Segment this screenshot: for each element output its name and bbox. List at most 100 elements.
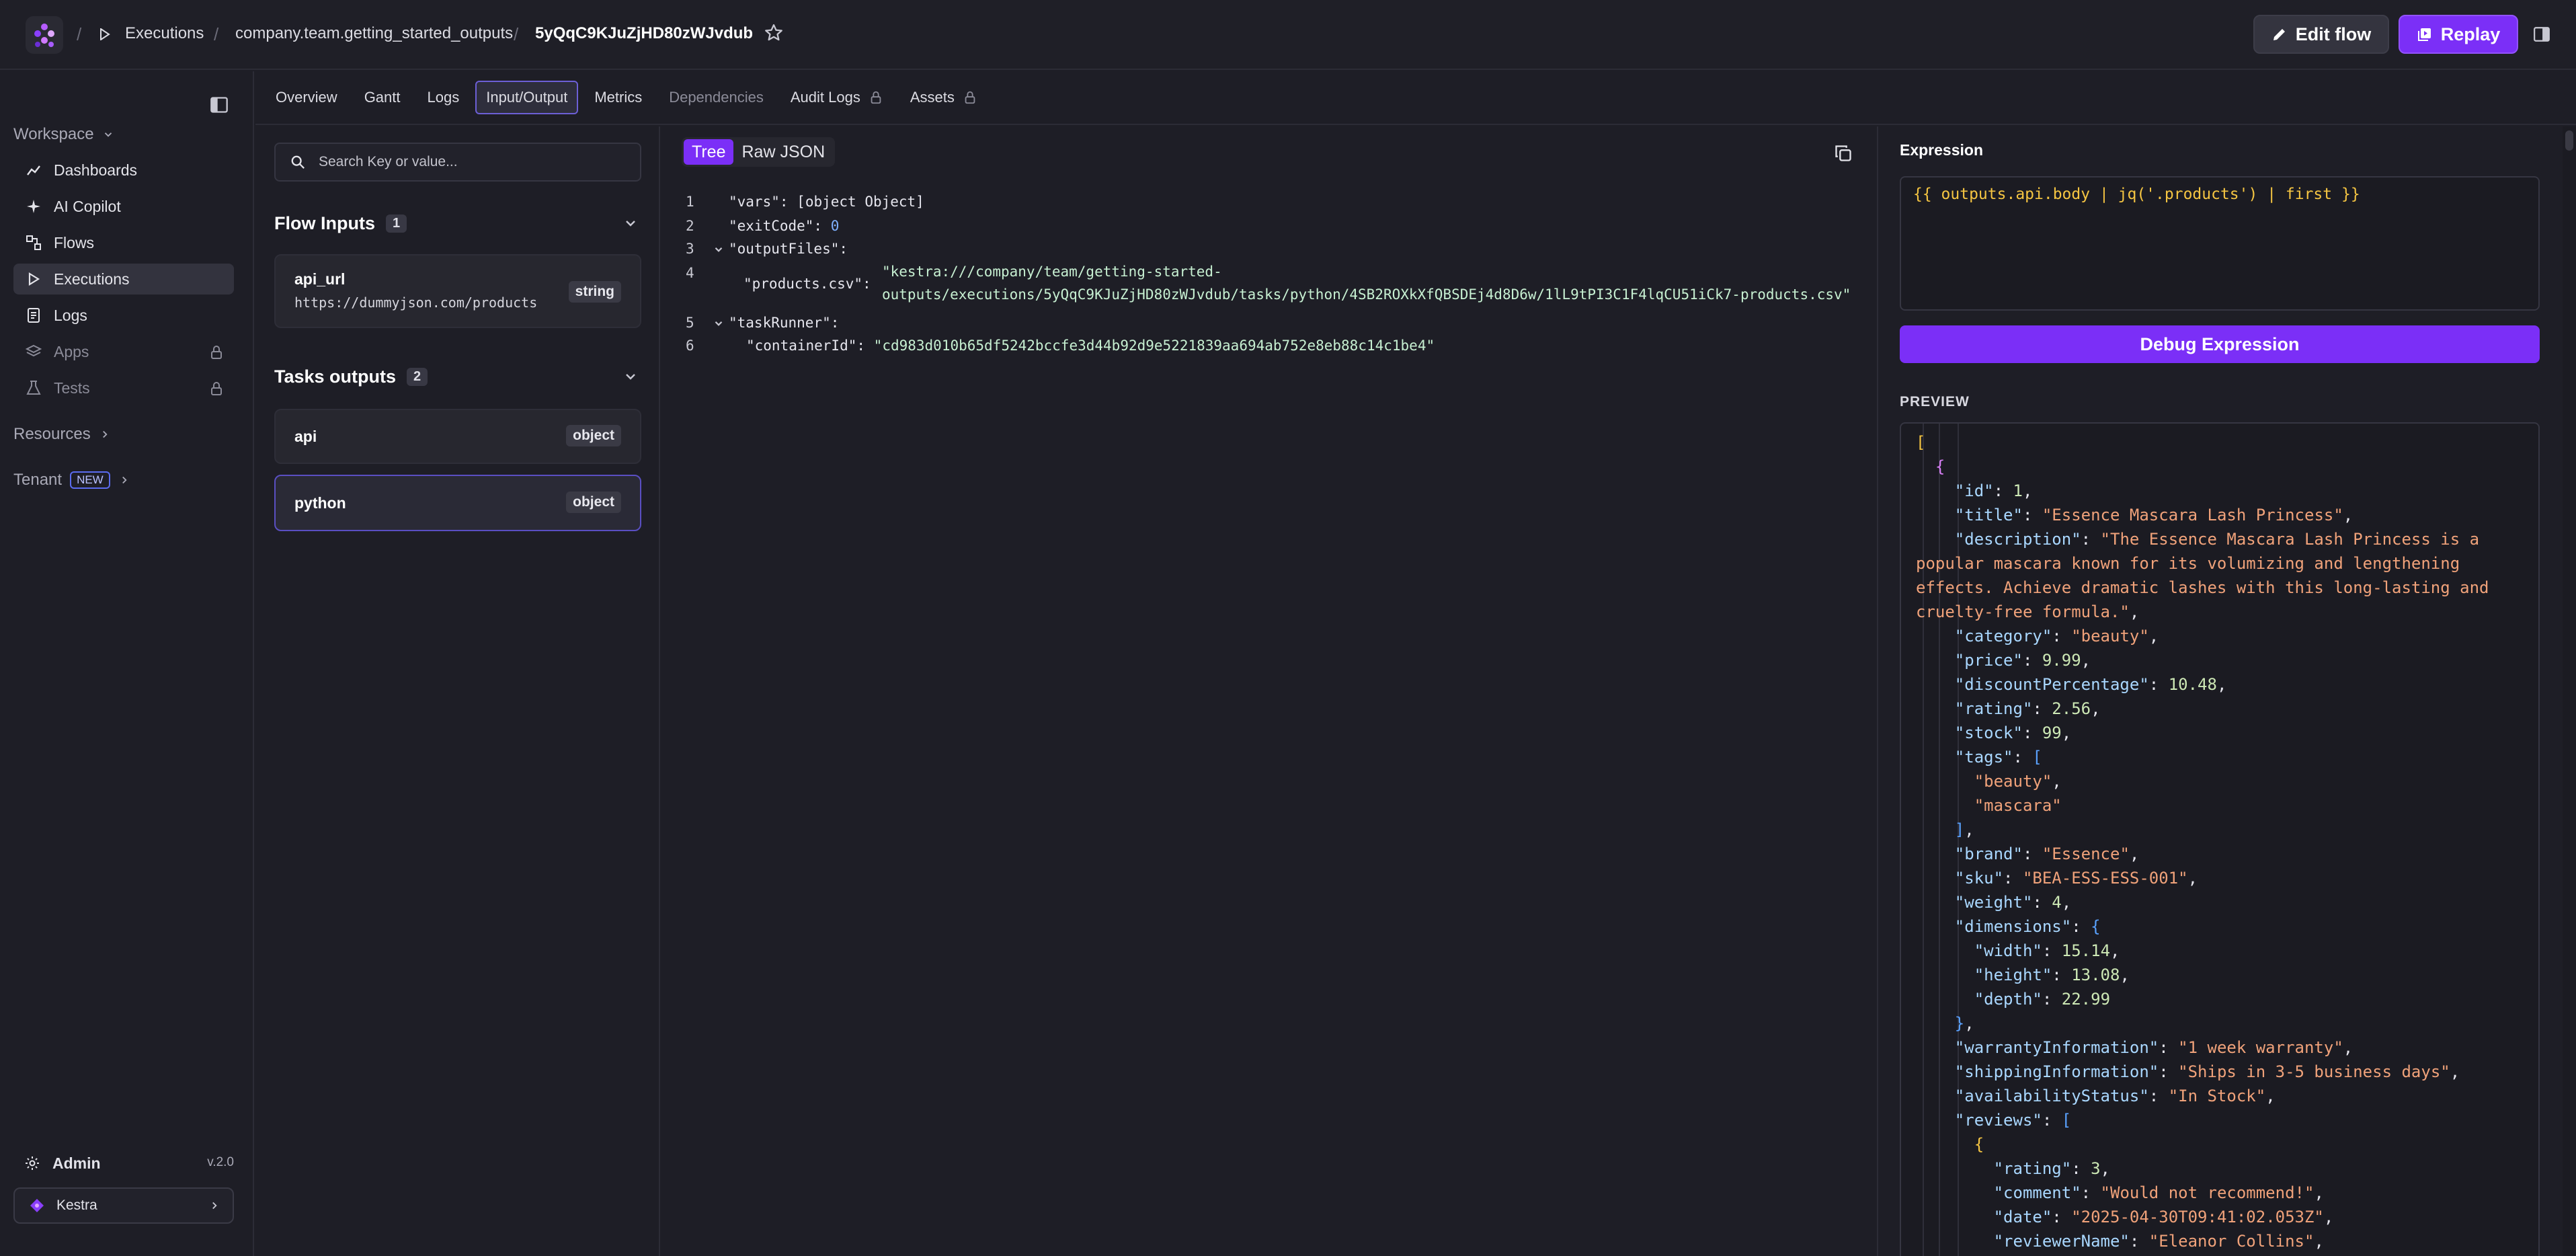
tree-row-taskrunner[interactable]: "taskRunner": bbox=[729, 315, 839, 331]
line-number: 3 bbox=[686, 241, 694, 257]
star-icon[interactable] bbox=[764, 23, 784, 43]
scrollbar-thumb[interactable] bbox=[2565, 130, 2573, 151]
line-number: 5 bbox=[686, 315, 694, 331]
edit-flow-button[interactable]: Edit flow bbox=[2253, 15, 2389, 54]
sidebar-item-label: Dashboards bbox=[54, 161, 138, 179]
lock-icon bbox=[211, 382, 222, 395]
resources-section[interactable]: Resources bbox=[13, 425, 111, 444]
tab-label: Assets bbox=[910, 89, 955, 106]
tree-row-exitcode[interactable]: "exitCode": 0 bbox=[729, 218, 839, 234]
tree-row-products-csv[interactable]: "products.csv": bbox=[743, 276, 871, 292]
tree-view-button[interactable]: Tree bbox=[684, 139, 734, 165]
flow-inputs-header[interactable]: Flow Inputs 1 bbox=[274, 210, 641, 237]
layers-icon bbox=[26, 344, 42, 357]
search-box[interactable] bbox=[274, 143, 641, 182]
input-name: api_url bbox=[294, 270, 346, 288]
preview-availability: "In Stock" bbox=[2168, 1087, 2266, 1105]
line-number: 2 bbox=[686, 218, 694, 234]
tab-gantt[interactable]: Gantt bbox=[354, 81, 411, 114]
preview-discount: 10.48 bbox=[2168, 675, 2217, 694]
chevron-right-icon bbox=[122, 476, 127, 484]
breadcrumb-separator: / bbox=[214, 24, 219, 44]
sidebar-item-label: Logs bbox=[54, 306, 87, 324]
tab-label: Audit Logs bbox=[790, 89, 860, 106]
expression-editor[interactable]: {{ outputs.api.body | jq('.products') | … bbox=[1900, 176, 2540, 311]
tenant-selector[interactable]: Kestra bbox=[13, 1187, 234, 1224]
tab-input-output[interactable]: Input/Output bbox=[475, 81, 579, 114]
output-card-api[interactable]: api object bbox=[274, 409, 641, 464]
sidebar-item-dashboards[interactable]: Dashboards bbox=[13, 155, 234, 186]
tree-row-vars[interactable]: "vars": [object Object] bbox=[729, 194, 924, 210]
kestra-tenant-icon bbox=[30, 1199, 44, 1212]
search-input[interactable] bbox=[319, 154, 628, 170]
raw-json-button[interactable]: Raw JSON bbox=[733, 139, 833, 165]
chevron-down-icon bbox=[626, 374, 635, 380]
breadcrumb-executions[interactable]: Executions bbox=[125, 24, 204, 43]
chevron-down-icon bbox=[104, 132, 112, 137]
flows-icon bbox=[26, 235, 41, 250]
sidebar-item-logs[interactable]: Logs bbox=[13, 300, 234, 331]
output-name: python bbox=[294, 494, 346, 512]
tasks-outputs-header[interactable]: Tasks outputs 2 bbox=[274, 363, 641, 390]
panel-toggle-icon[interactable] bbox=[2533, 26, 2550, 43]
sidebar-item-ai-copilot[interactable]: AI Copilot bbox=[13, 191, 234, 222]
tab-audit-logs[interactable]: Audit Logs bbox=[780, 81, 894, 114]
replay-label: Replay bbox=[2440, 24, 2501, 44]
output-tree-viewer: Tree Raw JSON 1 "vars": [object Object] … bbox=[661, 126, 1878, 1256]
sidebar-item-flows[interactable]: Flows bbox=[13, 227, 234, 258]
lock-icon bbox=[871, 91, 881, 104]
sidebar-item-apps[interactable]: Apps bbox=[13, 336, 234, 367]
preview-scrollbar[interactable] bbox=[2563, 126, 2576, 1256]
kestra-logo[interactable] bbox=[26, 16, 63, 54]
tenant-section[interactable]: Tenant NEW bbox=[13, 471, 130, 489]
tab-label: Logs bbox=[427, 89, 460, 106]
tree-value: 0 bbox=[830, 218, 840, 234]
preview-tag: "beauty" bbox=[1974, 772, 2052, 791]
output-card-python[interactable]: python object bbox=[274, 475, 641, 531]
sidebar-collapse-icon[interactable] bbox=[210, 95, 229, 114]
tree-row-containerid[interactable]: "containerId": "cd983d010b65df5242bccfe3… bbox=[746, 338, 1435, 354]
tree-row-outputfiles[interactable]: "outputFiles": bbox=[729, 241, 848, 257]
preview-warranty: "1 week warranty" bbox=[2178, 1038, 2343, 1057]
admin-menu[interactable]: Admin v.2.0 bbox=[13, 1150, 234, 1177]
tree-key: "exitCode": bbox=[729, 218, 823, 234]
breadcrumb-flow[interactable]: company.team.getting_started_outputs bbox=[235, 24, 513, 43]
fold-chevron-icon[interactable] bbox=[713, 243, 725, 256]
type-badge: object bbox=[566, 492, 621, 513]
input-card-api-url[interactable]: api_url https://dummyjson.com/products s… bbox=[274, 254, 641, 328]
tree-value: "cd983d010b65df5242bccfe3d44b92d9e522183… bbox=[873, 338, 1435, 354]
flow-inputs-count: 1 bbox=[385, 214, 407, 233]
debug-expression-button[interactable]: Debug Expression bbox=[1900, 325, 2540, 363]
replay-icon bbox=[2417, 28, 2431, 41]
copy-icon[interactable] bbox=[1834, 144, 1853, 163]
preview-output: [ { "id": 1, "title": "Essence Mascara L… bbox=[1900, 422, 2540, 1256]
breadcrumb-separator: / bbox=[514, 24, 519, 44]
workspace-section[interactable]: Workspace bbox=[13, 125, 114, 144]
sidebar-item-label: Tests bbox=[54, 379, 90, 397]
tab-dependencies[interactable]: Dependencies bbox=[658, 81, 774, 114]
top-bar: / Executions / company.team.getting_star… bbox=[0, 0, 2576, 70]
replay-button[interactable]: Replay bbox=[2399, 15, 2518, 54]
breadcrumb-execution-id: 5yQqC9KJuZjHD80zWJvdub bbox=[535, 24, 754, 42]
tab-overview[interactable]: Overview bbox=[265, 81, 348, 114]
new-badge: NEW bbox=[70, 471, 110, 489]
tasks-outputs-count: 2 bbox=[407, 367, 428, 386]
tree-key: "containerId": bbox=[746, 338, 866, 354]
type-badge: object bbox=[566, 425, 621, 446]
flask-icon bbox=[26, 381, 41, 395]
document-icon bbox=[28, 308, 40, 323]
sidebar-item-label: Executions bbox=[54, 270, 130, 288]
tab-metrics[interactable]: Metrics bbox=[583, 81, 653, 114]
io-list-panel: Flow Inputs 1 api_url https://dummyjson.… bbox=[255, 126, 660, 1256]
view-mode-toggle: Tree Raw JSON bbox=[682, 137, 836, 167]
tab-assets[interactable]: Assets bbox=[899, 81, 988, 114]
admin-label: Admin bbox=[52, 1154, 101, 1172]
line-number: 4 bbox=[686, 265, 694, 281]
sidebar-item-executions[interactable]: Executions bbox=[13, 264, 234, 295]
execution-tabs: Overview Gantt Logs Input/Output Metrics… bbox=[255, 71, 2576, 125]
workspace-label: Workspace bbox=[13, 125, 94, 143]
sidebar-item-tests[interactable]: Tests bbox=[13, 372, 234, 403]
fold-chevron-icon[interactable] bbox=[713, 317, 725, 329]
tab-logs[interactable]: Logs bbox=[417, 81, 471, 114]
lock-icon bbox=[211, 346, 222, 359]
